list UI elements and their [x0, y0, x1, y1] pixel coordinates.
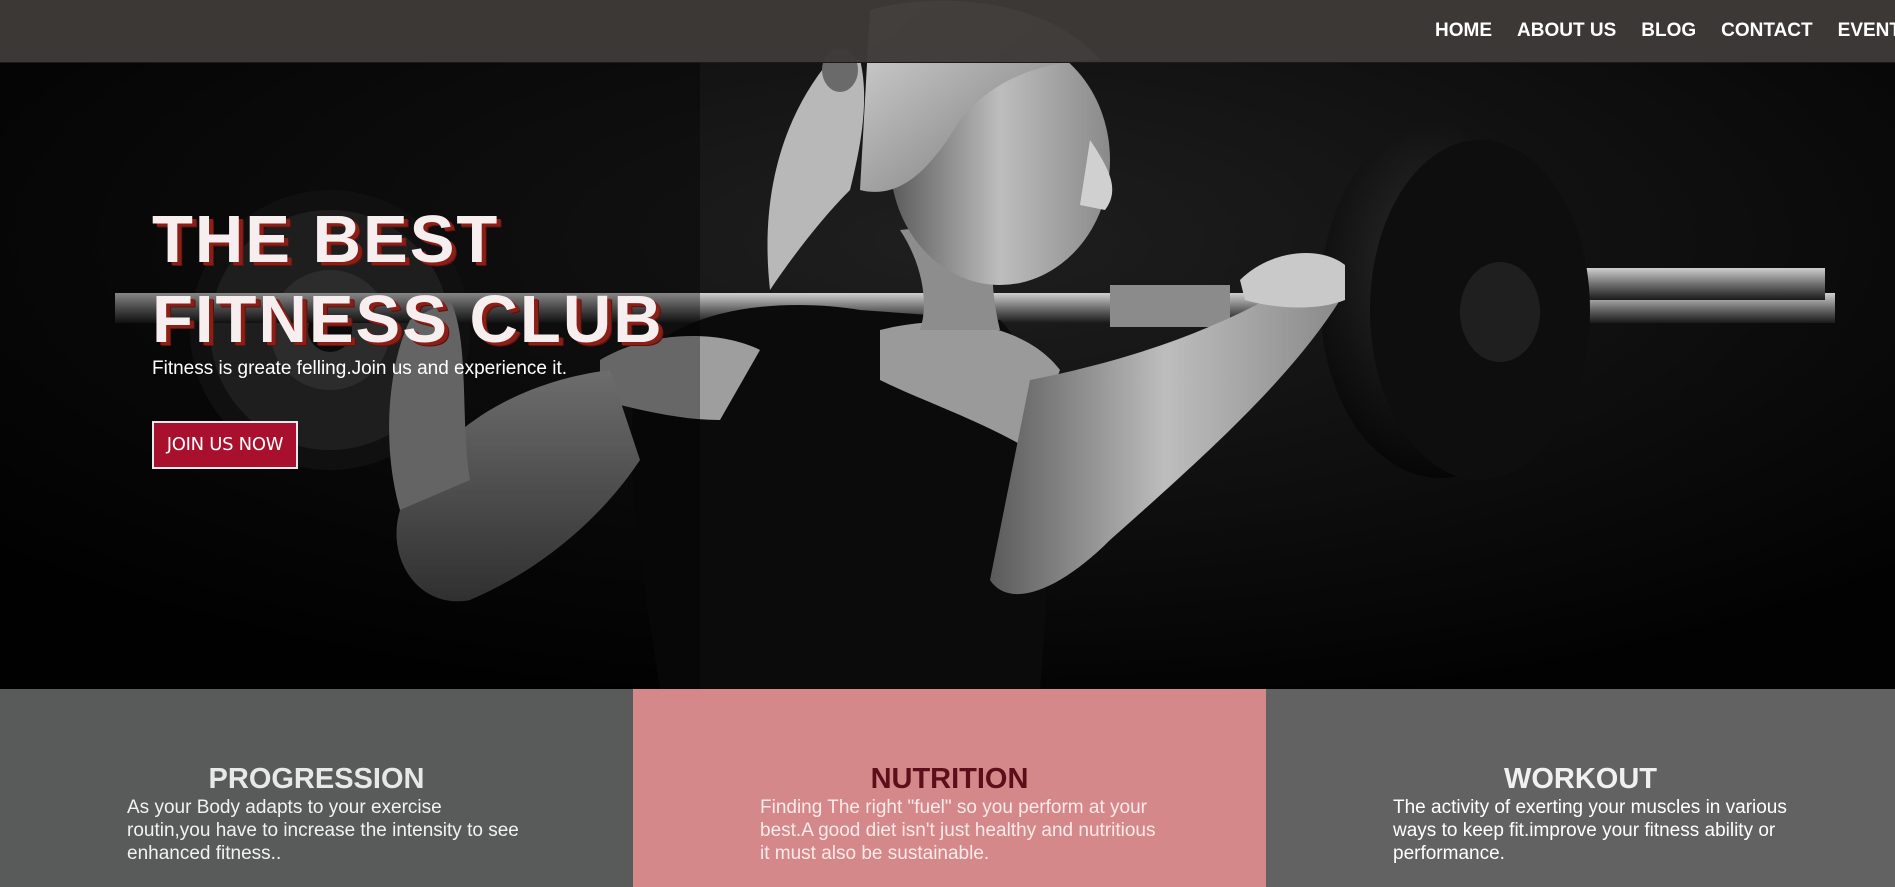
hero-title-line1: THE BEST: [152, 202, 500, 277]
hero-section: HOME ABOUT US BLOG CONTACT EVENT THE BES…: [0, 0, 1895, 689]
feature-title: PROGRESSION: [208, 763, 425, 795]
feature-progression: PROGRESSION As your Body adapts to your …: [0, 689, 633, 887]
nav-about-us-link[interactable]: ABOUT US: [1517, 20, 1616, 42]
page: HOME ABOUT US BLOG CONTACT EVENT THE BES…: [0, 0, 1895, 887]
nav-home-link[interactable]: HOME: [1435, 20, 1492, 42]
feature-workout: WORKOUT The activity of exerting your mu…: [1266, 689, 1895, 887]
feature-title: WORKOUT: [1503, 763, 1658, 795]
feature-description: As your Body adapts to your exercise rou…: [127, 797, 519, 864]
feature-title: NUTRITION: [870, 763, 1029, 795]
nav-event-link[interactable]: EVENT: [1838, 20, 1895, 42]
feature-description: The activity of exerting your muscles in…: [1393, 797, 1787, 864]
hero-title-line2: FITNESS CLUB: [152, 282, 664, 357]
hero-subtitle: Fitness is greate felling.Join us and ex…: [152, 358, 568, 379]
features-section: PROGRESSION As your Body adapts to your …: [0, 689, 1895, 887]
join-us-now-button[interactable]: JOIN US NOW: [152, 421, 298, 469]
top-navigation-bar: HOME ABOUT US BLOG CONTACT EVENT: [0, 0, 1895, 63]
hero-title: THE BEST FITNESS CLUB: [152, 200, 664, 360]
feature-nutrition: NUTRITION Finding The right "fuel" so yo…: [633, 689, 1266, 887]
nav-contact-link[interactable]: CONTACT: [1721, 20, 1812, 42]
feature-description: Finding The right "fuel" so you perform …: [760, 797, 1156, 864]
nav-blog-link[interactable]: BLOG: [1641, 20, 1696, 42]
main-nav: HOME ABOUT US BLOG CONTACT EVENT: [1410, 0, 1895, 62]
